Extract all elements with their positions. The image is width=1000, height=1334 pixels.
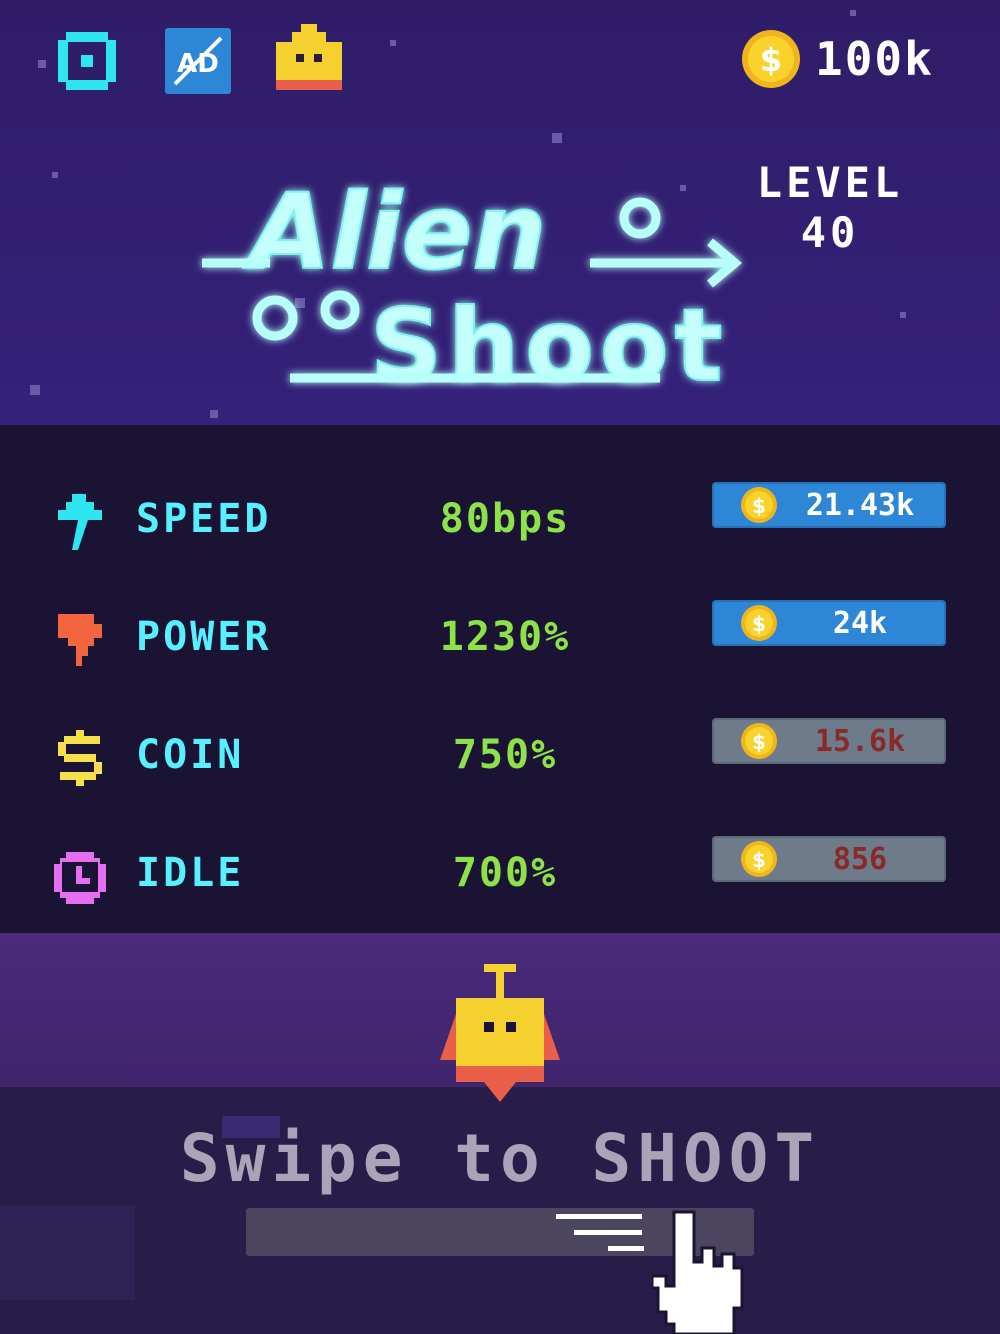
level-number: 40 xyxy=(800,208,860,257)
upgrade-price: 24k xyxy=(832,606,888,641)
upgrade-power-button[interactable]: $ 24k xyxy=(712,600,946,646)
skins-icon xyxy=(276,24,342,90)
upgrade-value: 750% xyxy=(452,732,558,778)
upgrade-row-coin: COIN 750% $ 15.6k xyxy=(0,716,1000,796)
upgrade-name: COIN xyxy=(136,732,245,778)
no-ads-button[interactable]: AD xyxy=(165,28,231,94)
settings-button[interactable] xyxy=(54,28,120,94)
upgrade-row-power: POWER 1230% $ 24k xyxy=(0,598,1000,678)
game-logo: Alien Shoot xyxy=(202,170,742,400)
logo-line2: Shoot xyxy=(370,287,728,400)
upgrade-value: 80bps xyxy=(439,496,571,542)
coin-icon: $ xyxy=(741,487,777,523)
lightning-icon xyxy=(58,494,102,550)
upgrade-value: 1230% xyxy=(439,614,571,660)
coin-icon: $ xyxy=(741,841,777,877)
coin-icon: $ xyxy=(740,28,802,90)
upgrade-row-speed: SPEED 80bps $ 21.43k xyxy=(0,480,1000,560)
power-fist-icon xyxy=(58,614,102,666)
upgrade-name: SPEED xyxy=(136,496,272,542)
svg-text:$: $ xyxy=(752,730,766,754)
upgrade-idle-button[interactable]: $ 856 xyxy=(712,836,946,882)
upgrade-price: 15.6k xyxy=(814,724,906,759)
coin-total: 100k xyxy=(815,32,934,86)
upgrade-price: 21.43k xyxy=(805,488,915,523)
no-ads-icon: AD xyxy=(165,28,231,94)
swipe-lines xyxy=(556,1214,644,1251)
upgrade-value: 700% xyxy=(452,850,558,896)
svg-text:$: $ xyxy=(752,494,766,518)
upgrade-name: IDLE xyxy=(136,850,245,896)
svg-text:$: $ xyxy=(760,41,782,79)
clock-icon xyxy=(54,852,106,904)
skins-button[interactable] xyxy=(274,24,344,92)
logo-line1: Alien xyxy=(243,171,546,293)
player-ship[interactable] xyxy=(438,962,562,1104)
upgrade-speed-button[interactable]: $ 21.43k xyxy=(712,482,946,528)
svg-text:$: $ xyxy=(752,612,766,636)
upgrade-name: POWER xyxy=(136,614,272,660)
upgrade-row-idle: IDLE 700% $ 856 xyxy=(0,834,1000,914)
upgrade-price: 856 xyxy=(832,842,888,877)
swipe-prompt: Swipe to SHOOT xyxy=(179,1120,821,1197)
upgrade-coin-button[interactable]: $ 15.6k xyxy=(712,718,946,764)
upgrade-panel: SPEED 80bps $ 21.43k POWER 1230% $ 24k C… xyxy=(0,425,1000,933)
level-label: LEVEL xyxy=(756,158,904,207)
settings-icon xyxy=(58,32,116,90)
svg-text:$: $ xyxy=(752,848,766,872)
hand-pointer-icon xyxy=(652,1210,744,1334)
coin-icon: $ xyxy=(741,605,777,641)
coin-icon: $ xyxy=(741,723,777,759)
dollar-icon xyxy=(58,730,102,786)
